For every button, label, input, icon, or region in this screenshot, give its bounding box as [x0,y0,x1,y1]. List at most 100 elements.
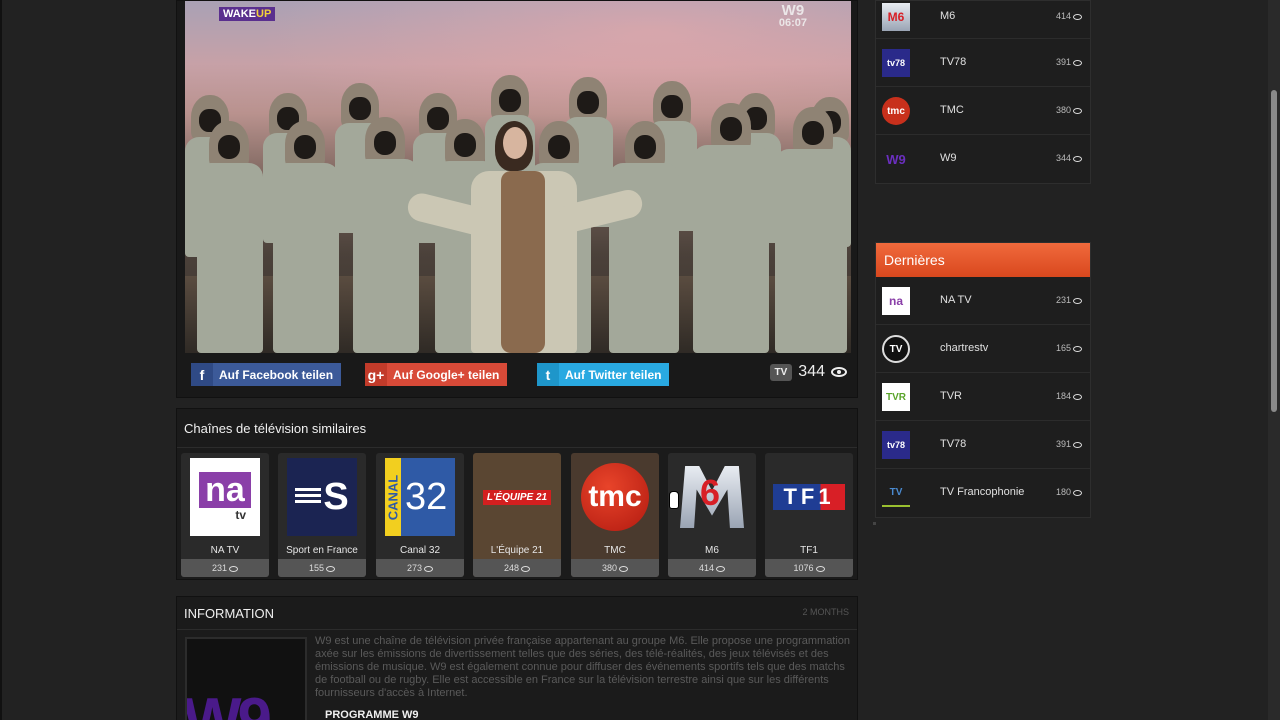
latest-channels-list: Dernières na NA TV 231 TV chartrestv 165… [875,242,1091,518]
channel-card-sport-en-france[interactable]: S Sport en France 155 [278,453,366,577]
facebook-share-button[interactable]: f Auf Facebook teilen [191,363,342,386]
latest-header: Dernières [876,243,1090,277]
channel-name: TV78 [940,438,967,450]
channel-card-tmc[interactable]: tmc TMC 380 [571,453,659,577]
list-item[interactable]: tmc TMC 380 [876,87,1090,135]
twitter-share-label: Auf Twitter teilen [565,367,662,382]
channel-name: TV78 [940,56,967,68]
channel-count: 231 [1056,295,1082,305]
singer-top [501,171,545,353]
eye-icon [1073,59,1082,66]
list-item[interactable]: TV chartrestv 165 [876,325,1090,373]
list-item[interactable]: tv78 TV78 391 [876,421,1090,469]
eye-icon [1073,297,1082,304]
figure [285,121,325,169]
natv-logo: na tv [181,453,269,541]
page-scrollbar[interactable] [1268,0,1280,720]
channel-views: 248 [473,559,561,577]
channel-views: 231 [181,559,269,577]
figure [209,121,249,169]
eye-icon [326,565,336,572]
wakeup-logo: WAKEUP [219,7,276,21]
channel-views: 273 [376,559,464,577]
tmc-logo: tmc [571,453,659,541]
channel-card-natv[interactable]: na tv NA TV 231 [181,453,269,577]
information-text: W9 est une chaîne de télévision privée f… [315,635,851,699]
divider [177,447,857,448]
channel-views: 380 [571,559,659,577]
facebook-icon: f [191,363,213,386]
channel-name: chartrestv [940,342,989,354]
tf1-logo: TF1 [765,453,853,541]
eye-icon [1073,489,1082,496]
figure [365,117,405,165]
singer-face [503,127,527,159]
tv-francophonie-logo: TV [882,479,910,507]
eye-icon [716,565,726,572]
programme-heading[interactable]: PROGRAMME W9 [325,709,419,720]
figure [445,119,485,167]
google-plus-icon: g+ [365,363,387,386]
video-player: WAKEUP W9 06:07 f Auf Facebook teilen g+ … [176,0,858,398]
video-frame[interactable]: WAKEUP W9 06:07 [185,1,851,353]
channel-name: W9 [940,152,957,164]
channel-count: 344 [1056,153,1082,163]
hand-cursor-icon [669,491,679,509]
chartrestv-logo: TV [882,335,910,363]
figure-body [693,145,769,353]
figure [539,121,579,169]
channel-card-lequipe21[interactable]: L'ÉQUIPE 21 L'Équipe 21 248 [473,453,561,577]
figure-body [353,159,419,353]
google-plus-share-button[interactable]: g+ Auf Google+ teilen [365,363,508,386]
eye-icon [1073,13,1082,20]
channel-name: TMC [604,545,626,556]
w9-logo: W9 [886,151,906,167]
similar-channels-panel: Chaînes de télévision similaires na tv N… [176,408,858,580]
channel-views: 155 [278,559,366,577]
channel-name: L'Équipe 21 [490,545,544,556]
channel-card-canal32[interactable]: CANAL 32 Canal 32 273 [376,453,464,577]
list-item[interactable]: W9 W9 344 [876,135,1090,183]
channel-card-tf1[interactable]: TF1 TF1 1076 [765,453,853,577]
figure [711,103,751,151]
channel-name: TVR [940,390,962,402]
list-item[interactable]: na NA TV 231 [876,277,1090,325]
w9-watermark: W9 06:07 [778,2,807,29]
channel-count: 391 [1056,57,1082,67]
tv78-logo: tv78 [882,49,910,77]
list-item[interactable]: TVR TVR 184 [876,373,1090,421]
view-counter: TV 344 [769,363,847,381]
information-age: 2 MONTHS [802,607,849,617]
eye-icon [424,565,434,572]
eye-icon [1073,345,1082,352]
channel-count: 414 [1056,11,1082,21]
list-item[interactable]: TV TV Francophonie 180 [876,469,1090,517]
figure [625,121,665,169]
list-item[interactable]: tv78 TV78 391 [876,39,1090,87]
channel-name: NA TV [210,545,240,556]
channel-count: 180 [1056,487,1082,497]
eye-icon [229,565,239,572]
channel-name: NA TV [940,294,972,306]
views-count: 344 [798,363,825,380]
eye-icon [1073,155,1082,162]
figure [793,107,833,155]
channel-name: Canal 32 [399,545,441,556]
similar-channels-title: Chaînes de télévision similaires [184,421,367,436]
sport-en-france-logo: S [278,453,366,541]
m6-logo: 6 [668,453,756,541]
twitter-share-button[interactable]: t Auf Twitter teilen [537,363,670,386]
channel-name: M6 [940,10,956,22]
tv78-logo: tv78 [882,431,910,459]
channel-count: 391 [1056,439,1082,449]
twitter-icon: t [537,363,559,386]
list-item[interactable]: M6 M6 414 [876,1,1090,39]
channel-card-m6[interactable]: 6 M6 414 [668,453,756,577]
channel-name: Sport en France [286,545,358,556]
natv-logo: na [882,287,910,315]
google-plus-share-label: Auf Google+ teilen [393,367,500,382]
channel-views: 1076 [765,559,853,577]
figure-body [197,163,263,353]
scrollbar-thumb[interactable] [1271,90,1277,412]
eye-icon [831,367,847,377]
